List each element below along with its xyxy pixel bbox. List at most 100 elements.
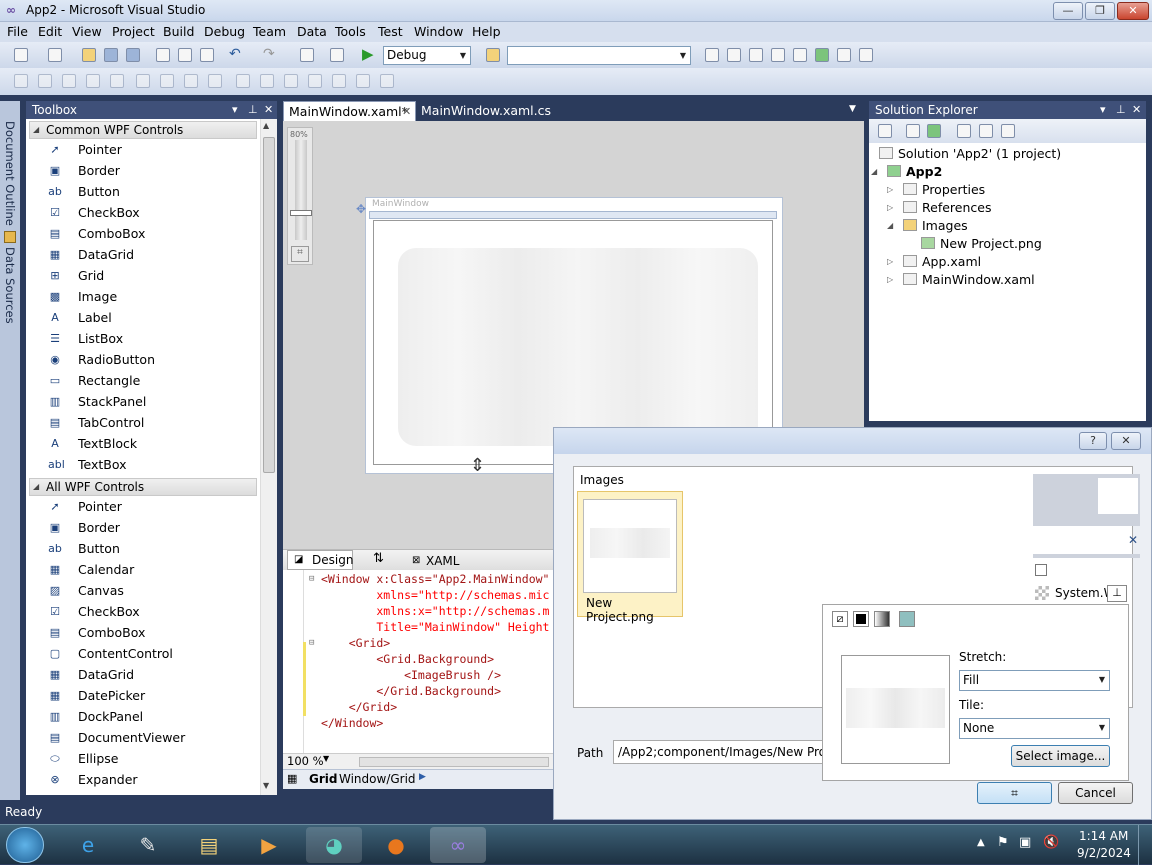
- chevron-down-icon[interactable]: ▼: [323, 754, 329, 763]
- tab-mainwindow-xaml[interactable]: MainWindow.xaml* ✕: [283, 101, 416, 121]
- internet-explorer-icon[interactable]: e: [60, 827, 116, 863]
- tile-select[interactable]: None ▼: [959, 718, 1110, 739]
- move-handle-icon[interactable]: ✥: [356, 202, 366, 216]
- tools-icon[interactable]: [793, 48, 807, 62]
- toolbox-item[interactable]: ▤ ComboBox: [46, 623, 246, 643]
- solution-tree-item[interactable]: ◢ Images: [887, 217, 968, 235]
- view-code-icon[interactable]: [957, 124, 971, 138]
- menu-team[interactable]: Team: [253, 24, 286, 39]
- toolbox-item[interactable]: ▤ DocumentViewer: [46, 728, 246, 748]
- solution-tree-item[interactable]: ▷ Properties: [887, 181, 985, 199]
- toolbox-options-icon[interactable]: ▾: [232, 101, 238, 119]
- menu-test[interactable]: Test: [378, 24, 403, 39]
- notepad-icon[interactable]: ✎: [120, 827, 176, 863]
- solution-explorer-toolbar-icon[interactable]: [705, 48, 719, 62]
- toolbox-item[interactable]: ▩ Image: [46, 287, 246, 307]
- menu-help[interactable]: Help: [472, 24, 501, 39]
- align-centers-icon[interactable]: [38, 74, 52, 88]
- path-field[interactable]: /App2;component/Images/New Project: [613, 740, 825, 764]
- toolbox-item[interactable]: ▦ Calendar: [46, 560, 246, 580]
- lock-controls-icon[interactable]: [356, 74, 370, 88]
- menu-window[interactable]: Window: [414, 24, 463, 39]
- xaml-line[interactable]: xmlns:x="http://schemas.m: [321, 603, 549, 619]
- collapse-window-icon[interactable]: ⊟: [309, 574, 314, 584]
- tab-mainwindow-xaml-cs[interactable]: MainWindow.xaml.cs: [416, 101, 551, 121]
- tab-xaml[interactable]: ⊠ XAML: [410, 552, 468, 570]
- navigate-forward-icon[interactable]: [330, 48, 344, 62]
- toolbox-close-icon[interactable]: ✕: [264, 101, 273, 119]
- menu-edit[interactable]: Edit: [38, 24, 62, 39]
- minimize-button[interactable]: —: [1053, 2, 1083, 20]
- data-sources-tab[interactable]: Data Sources: [3, 247, 17, 324]
- resource-checkbox[interactable]: [1035, 564, 1047, 576]
- network-icon[interactable]: ▣: [1019, 835, 1031, 850]
- toolbox-toolbar-icon[interactable]: [771, 48, 785, 62]
- extension-manager-icon[interactable]: [837, 48, 851, 62]
- gradient-brush-icon[interactable]: [874, 611, 890, 627]
- collapsed-arrow-icon[interactable]: ▷: [887, 181, 893, 199]
- breadcrumb-path[interactable]: Window/Grid: [339, 772, 416, 786]
- xaml-zoom-combo[interactable]: 100 %: [287, 754, 324, 768]
- toolbox-item[interactable]: ▤ TabControl: [46, 413, 246, 433]
- toolbox-group-header[interactable]: Common WPF Controls: [29, 121, 257, 139]
- copy-icon[interactable]: [178, 48, 192, 62]
- solid-brush-icon[interactable]: [853, 611, 869, 627]
- properties-toolbar-icon[interactable]: [878, 124, 892, 138]
- solution-configuration-combo[interactable]: Debug ▼: [383, 46, 471, 65]
- tab-order-icon[interactable]: [380, 74, 394, 88]
- start-debugging-icon[interactable]: ▶: [362, 45, 374, 63]
- view-designer-icon[interactable]: [979, 124, 993, 138]
- size-to-grid-icon[interactable]: [184, 74, 198, 88]
- toolbox-item[interactable]: ▣ Border: [46, 518, 246, 538]
- collapse-grid-icon[interactable]: ⊟: [309, 638, 314, 648]
- toolbox-item[interactable]: ▣ Border: [46, 161, 246, 181]
- navigate-backward-icon[interactable]: [300, 48, 314, 62]
- toolbox-item[interactable]: ☑ CheckBox: [46, 602, 246, 622]
- new-project-icon[interactable]: [14, 48, 28, 62]
- solution-tree-item[interactable]: ▷ MainWindow.xaml: [887, 271, 1035, 289]
- document-outline-tab[interactable]: Document Outline: [3, 121, 17, 226]
- scroll-up-icon[interactable]: ▲: [263, 121, 269, 130]
- solution-tree-item[interactable]: Solution 'App2' (1 project): [879, 145, 1061, 163]
- toolbox-item[interactable]: ➚ Pointer: [46, 497, 246, 517]
- toolbox-item[interactable]: A Label: [46, 308, 246, 328]
- make-same-width-icon[interactable]: [136, 74, 150, 88]
- image-tile[interactable]: New Project.png: [577, 491, 683, 624]
- bring-to-front-icon[interactable]: [308, 74, 322, 88]
- refresh-icon[interactable]: [927, 124, 941, 138]
- collapsed-arrow-icon[interactable]: ▷: [887, 253, 893, 271]
- toolbox-item[interactable]: ▭ Rectangle: [46, 371, 246, 391]
- collapsed-arrow-icon[interactable]: ▷: [887, 199, 893, 217]
- active-files-dropdown-icon[interactable]: ▼: [849, 104, 856, 114]
- open-file-icon[interactable]: [82, 48, 96, 62]
- zoom-to-fit-icon[interactable]: ⌗: [291, 246, 309, 262]
- toolbox-item[interactable]: A TextBlock: [46, 434, 246, 454]
- align-middles-icon[interactable]: [110, 74, 124, 88]
- find-in-files-icon[interactable]: [486, 48, 500, 62]
- save-all-icon[interactable]: [126, 48, 140, 62]
- xaml-line[interactable]: xmlns="http://schemas.mic: [321, 587, 549, 603]
- menu-file[interactable]: File: [7, 24, 28, 39]
- windows-explorer-icon[interactable]: ▤: [181, 827, 237, 863]
- toolbox-item[interactable]: ▢ ContentControl: [46, 644, 246, 664]
- toolbox-item[interactable]: ▨ Canvas: [46, 581, 246, 601]
- toolbox-scroll-thumb[interactable]: [263, 137, 275, 473]
- dialog-help-button[interactable]: ?: [1079, 432, 1107, 450]
- paste-icon[interactable]: [200, 48, 214, 62]
- toolbox-item[interactable]: ab Button: [46, 182, 246, 202]
- toolbox-item[interactable]: ☑ CheckBox: [46, 203, 246, 223]
- menu-debug[interactable]: Debug: [204, 24, 245, 39]
- solution-explorer-options-icon[interactable]: ▾: [1100, 101, 1106, 119]
- tab-design[interactable]: ◪ Design: [287, 550, 353, 570]
- volume-muted-icon[interactable]: 🔇: [1043, 835, 1059, 850]
- menu-project[interactable]: Project: [112, 24, 155, 39]
- clock-date[interactable]: 9/2/2024: [1077, 846, 1131, 860]
- clock-time[interactable]: 1:14 AM: [1079, 829, 1128, 843]
- view-class-diagram-icon[interactable]: [1001, 124, 1015, 138]
- horizontal-spacing-icon[interactable]: [208, 74, 222, 88]
- grid-column-ruler[interactable]: [369, 211, 777, 219]
- toolbox-group-header[interactable]: All WPF Controls: [29, 478, 257, 496]
- toolbox-scrollbar[interactable]: ▲ ▼: [260, 119, 277, 795]
- toolbox-item[interactable]: ⊞ Grid: [46, 266, 246, 286]
- expanded-arrow-icon[interactable]: ◢: [871, 163, 877, 181]
